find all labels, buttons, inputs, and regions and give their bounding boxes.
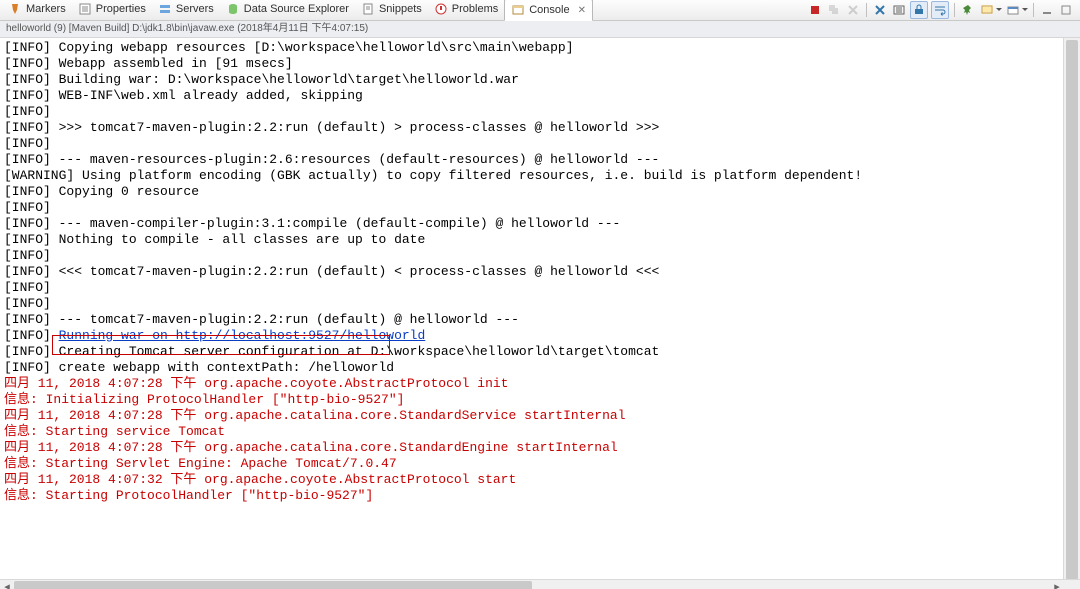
toolbar-separator: [1033, 3, 1034, 17]
open-console-button[interactable]: [1005, 2, 1021, 18]
console-line: 信息: Starting ProtocolHandler ["http-bio-…: [4, 488, 1076, 504]
scroll-lock-button[interactable]: [910, 1, 928, 19]
tab-properties[interactable]: Properties: [72, 0, 152, 19]
console-toolbar: [807, 1, 1078, 19]
console-line: [INFO] Building war: D:\workspace\hellow…: [4, 72, 1076, 88]
console-launch-description: helloworld (9) [Maven Build] D:\jdk1.8\b…: [0, 21, 1080, 38]
console-text[interactable]: [INFO] Copying webapp resources [D:\work…: [0, 38, 1080, 506]
tab-markers[interactable]: Markers: [2, 0, 72, 19]
close-icon[interactable]: ✕: [578, 5, 586, 16]
datasource-icon: [226, 2, 240, 16]
word-wrap-button[interactable]: [931, 1, 949, 19]
console-line: [INFO] --- maven-compiler-plugin:3.1:com…: [4, 216, 1076, 232]
display-selected-console-button[interactable]: [979, 2, 995, 18]
console-line: 信息: Initializing ProtocolHandler ["http-…: [4, 392, 1076, 408]
pin-console-button[interactable]: [960, 2, 976, 18]
tab-servers[interactable]: Servers: [152, 0, 220, 19]
tab-problems[interactable]: Problems: [428, 0, 504, 19]
console-line: 四月 11, 2018 4:07:28 下午 org.apache.coyote…: [4, 376, 1076, 392]
tab-snippets[interactable]: Snippets: [355, 0, 428, 19]
horizontal-scroll-thumb[interactable]: [14, 581, 532, 589]
console-line: [INFO] Copying webapp resources [D:\work…: [4, 40, 1076, 56]
tab-label: Markers: [26, 3, 66, 15]
console-line: 信息: Starting Servlet Engine: Apache Tomc…: [4, 456, 1076, 472]
console-line: [INFO] Creating Tomcat server configurat…: [4, 344, 1076, 360]
toolbar-separator: [954, 3, 955, 17]
hscroll-right-arrow[interactable]: ▸: [1050, 580, 1064, 589]
console-line: [WARNING] Using platform encoding (GBK a…: [4, 168, 1076, 184]
markers-icon: [8, 2, 22, 16]
console-line: [INFO] <<< tomcat7-maven-plugin:2.2:run …: [4, 264, 1076, 280]
console-line: [INFO] Copying 0 resource: [4, 184, 1076, 200]
remove-all-terminated-button[interactable]: [872, 2, 888, 18]
console-line: [INFO] WEB-INF\web.xml already added, sk…: [4, 88, 1076, 104]
tab-data-source-explorer[interactable]: Data Source Explorer: [220, 0, 355, 19]
console-line: [INFO] create webapp with contextPath: /…: [4, 360, 1076, 376]
terminate-button[interactable]: [807, 2, 823, 18]
console-line: [INFO] --- tomcat7-maven-plugin:2.2:run …: [4, 312, 1076, 328]
vertical-scroll-thumb[interactable]: [1066, 40, 1078, 579]
console-icon: [511, 3, 525, 17]
tab-label: Servers: [176, 3, 214, 15]
remove-launch-button[interactable]: [845, 2, 861, 18]
minimize-view-button[interactable]: [1039, 2, 1055, 18]
tab-label: Data Source Explorer: [244, 3, 349, 15]
vertical-scrollbar[interactable]: [1063, 38, 1080, 579]
display-console-dropdown[interactable]: [996, 2, 1002, 18]
console-line: [INFO]: [4, 104, 1076, 120]
snippets-icon: [361, 2, 375, 16]
console-line: [INFO] --- maven-resources-plugin:2.6:re…: [4, 152, 1076, 168]
problems-icon: [434, 2, 448, 16]
tab-label: Console: [529, 4, 569, 16]
console-line: [INFO] Running war on http://localhost:9…: [4, 328, 1076, 344]
console-line: 四月 11, 2018 4:07:32 下午 org.apache.coyote…: [4, 472, 1076, 488]
console-line: [INFO] Nothing to compile - all classes …: [4, 232, 1076, 248]
console-line: [INFO]: [4, 200, 1076, 216]
tab-label: Properties: [96, 3, 146, 15]
console-line: [INFO] >>> tomcat7-maven-plugin:2.2:run …: [4, 120, 1076, 136]
terminate-all-button[interactable]: [826, 2, 842, 18]
console-viewport: [INFO] Copying webapp resources [D:\work…: [0, 38, 1080, 579]
console-line: [INFO]: [4, 296, 1076, 312]
console-hyperlink[interactable]: Running war on http://localhost:9527/hel…: [59, 328, 426, 343]
console-line: [INFO]: [4, 280, 1076, 296]
console-line: [INFO] Webapp assembled in [91 msecs]: [4, 56, 1076, 72]
tab-label: Problems: [452, 3, 498, 15]
console-line: 四月 11, 2018 4:07:28 下午 org.apache.catali…: [4, 408, 1076, 424]
tabs-host: Markers Properties Servers Data Source Expl…: [2, 0, 593, 21]
properties-icon: [78, 2, 92, 16]
console-line: [INFO]: [4, 136, 1076, 152]
maximize-view-button[interactable]: [1058, 2, 1074, 18]
servers-icon: [158, 2, 172, 16]
open-console-dropdown[interactable]: [1022, 2, 1028, 18]
horizontal-scrollbar[interactable]: ◂ ▸: [0, 579, 1080, 589]
console-line: [INFO]: [4, 248, 1076, 264]
hscroll-left-arrow[interactable]: ◂: [0, 580, 14, 589]
tab-console[interactable]: Console ✕: [504, 0, 593, 21]
hscroll-track[interactable]: [14, 581, 1050, 589]
console-line: 信息: Starting service Tomcat: [4, 424, 1076, 440]
toolbar-separator: [866, 3, 867, 17]
clear-console-button[interactable]: [891, 2, 907, 18]
tab-label: Snippets: [379, 3, 422, 15]
console-line: 四月 11, 2018 4:07:28 下午 org.apache.catali…: [4, 440, 1076, 456]
view-tabbar: Markers Properties Servers Data Source Expl…: [0, 0, 1080, 21]
